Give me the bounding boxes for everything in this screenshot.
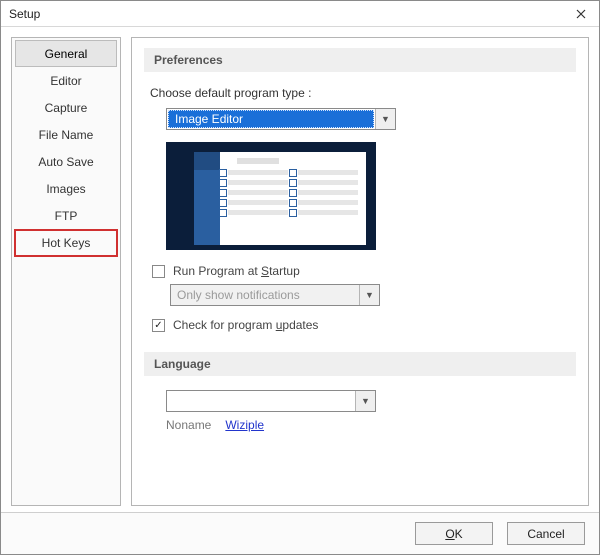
default-type-combo[interactable]: Image Editor ▼ [166, 108, 396, 130]
language-header: Language [144, 352, 576, 376]
default-type-label: Choose default program type : [150, 86, 570, 100]
chevron-down-icon: ▼ [375, 109, 395, 129]
sidebar-item-auto-save[interactable]: Auto Save [15, 148, 117, 175]
sidebar-item-ftp[interactable]: FTP [15, 202, 117, 229]
wiziple-link[interactable]: Wiziple [225, 418, 264, 432]
chevron-down-icon: ▼ [355, 391, 375, 411]
check-updates-checkbox[interactable]: ✓ [152, 319, 165, 332]
setup-dialog: Setup General Editor Capture File Name A… [0, 0, 600, 555]
check-updates-label: Check for program updates [173, 318, 318, 332]
run-at-startup-label: Run Program at Startup [173, 264, 300, 278]
preferences-header: Preferences [144, 48, 576, 72]
check-updates-row[interactable]: ✓ Check for program updates [152, 318, 570, 332]
cancel-button[interactable]: Cancel [507, 522, 585, 545]
sidebar-item-images[interactable]: Images [15, 175, 117, 202]
startup-mode-value: Only show notifications [171, 285, 359, 305]
ok-button[interactable]: OK [415, 522, 493, 545]
startup-mode-combo: Only show notifications ▼ [170, 284, 380, 306]
language-noname-label: Noname [166, 418, 211, 432]
content-panel: Preferences Choose default program type … [131, 37, 589, 506]
dialog-footer: OK Cancel [1, 512, 599, 554]
close-icon [576, 9, 586, 19]
run-at-startup-row[interactable]: Run Program at Startup [152, 264, 570, 278]
chevron-down-icon: ▼ [359, 285, 379, 305]
sidebar-item-file-name[interactable]: File Name [15, 121, 117, 148]
run-at-startup-checkbox[interactable] [152, 265, 165, 278]
program-preview-thumbnail [166, 142, 376, 250]
titlebar: Setup [1, 1, 599, 27]
sidebar: General Editor Capture File Name Auto Sa… [11, 37, 121, 506]
default-type-value: Image Editor [168, 110, 374, 128]
sidebar-item-hot-keys[interactable]: Hot Keys [14, 229, 118, 257]
language-value [167, 391, 355, 411]
close-button[interactable] [569, 4, 593, 24]
dialog-title: Setup [9, 7, 40, 21]
language-combo[interactable]: ▼ [166, 390, 376, 412]
sidebar-item-capture[interactable]: Capture [15, 94, 117, 121]
sidebar-item-editor[interactable]: Editor [15, 67, 117, 94]
sidebar-item-general[interactable]: General [15, 40, 117, 67]
